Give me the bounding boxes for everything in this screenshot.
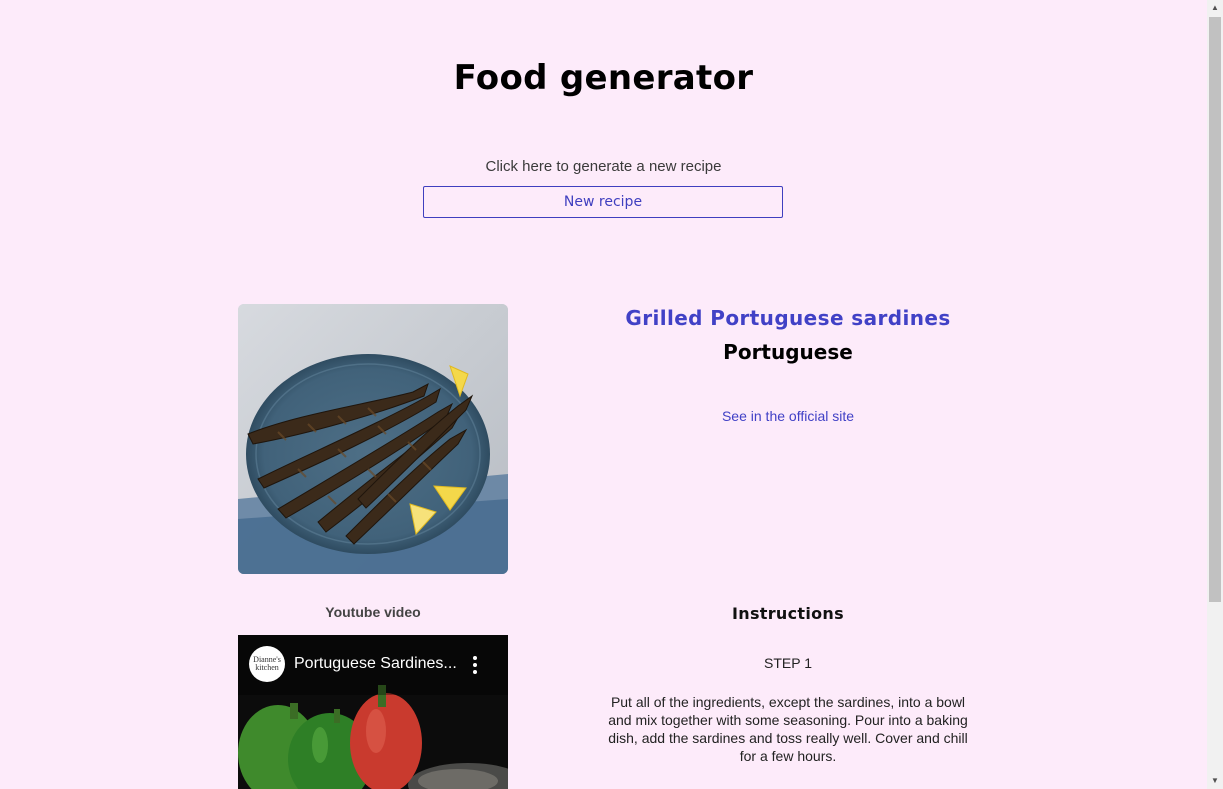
step-text: Put all of the ingredients, except the s… bbox=[608, 694, 968, 764]
channel-avatar[interactable]: Dianne's kitchen bbox=[249, 646, 285, 682]
scroll-thumb[interactable] bbox=[1209, 17, 1221, 602]
generate-prompt: Click here to generate a new recipe bbox=[485, 158, 722, 175]
scroll-down-arrow-icon[interactable]: ▼ bbox=[1207, 773, 1223, 789]
recipe-area: Portuguese bbox=[723, 340, 853, 364]
instructions-title: Instructions bbox=[732, 604, 844, 623]
new-recipe-button[interactable]: New recipe bbox=[423, 186, 783, 218]
sardines-image bbox=[238, 304, 508, 574]
recipe-name: Grilled Portuguese sardines bbox=[625, 306, 951, 330]
page-title: Food generator bbox=[453, 58, 754, 98]
official-site-link[interactable]: See in the official site bbox=[568, 408, 1008, 424]
step-label: STEP 1 bbox=[764, 655, 812, 671]
youtube-section-label: Youtube video bbox=[325, 604, 421, 620]
vertical-scrollbar[interactable]: ▲ ▼ bbox=[1207, 0, 1223, 789]
recipe-photo bbox=[238, 304, 508, 574]
page: Food generator Click here to generate a … bbox=[0, 0, 1207, 789]
video-title[interactable]: Portuguese Sardines... bbox=[294, 655, 464, 673]
more-options-icon[interactable] bbox=[471, 656, 479, 674]
scroll-up-arrow-icon[interactable]: ▲ bbox=[1207, 0, 1223, 16]
youtube-video-player[interactable]: Dianne's kitchen Portuguese Sardines... bbox=[238, 635, 508, 789]
